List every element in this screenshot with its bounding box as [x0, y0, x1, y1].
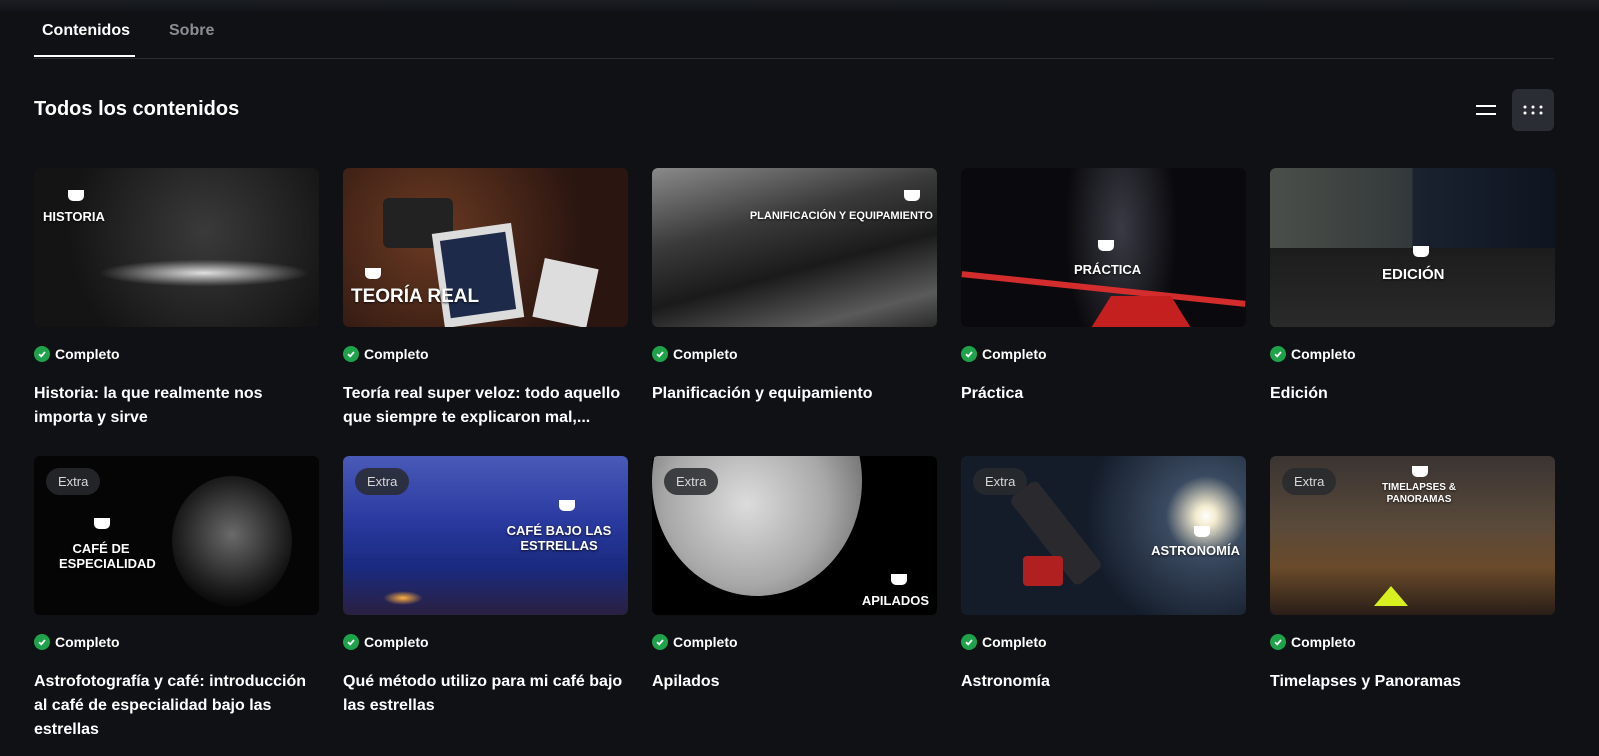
- tab-bar: Contenidos Sobre: [34, 0, 1554, 59]
- check-circle-icon: [34, 346, 50, 362]
- tab-sobre[interactable]: Sobre: [169, 22, 214, 40]
- extra-badge: Extra: [1282, 468, 1337, 495]
- coffee-cup-logo-icon: [1098, 240, 1114, 251]
- check-circle-icon: [343, 634, 359, 650]
- status-complete: Completo: [1270, 346, 1356, 362]
- status-complete: Completo: [34, 634, 120, 650]
- thumbnail-cameras: TEORÍA REAL: [343, 168, 628, 327]
- check-circle-icon: [1270, 634, 1286, 650]
- check-circle-icon: [961, 346, 977, 362]
- list-view-icon: [1476, 105, 1496, 115]
- content-card-cafe-bajo-estrellas[interactable]: Extra CAFÉ BAJO LAS ESTRELLAS Completo Q…: [343, 456, 628, 714]
- status-label: Completo: [364, 634, 429, 650]
- thumbnail-coffee-dripper: Extra CAFÉ DE ESPECIALIDAD: [34, 456, 319, 615]
- card-title[interactable]: Astrofotografía y café: introducción al …: [34, 670, 319, 742]
- content-card-cafe-especialidad[interactable]: Extra CAFÉ DE ESPECIALIDAD Completo Astr…: [34, 456, 319, 738]
- thumbnail-comet: HISTORIA: [34, 168, 319, 327]
- status-complete: Completo: [652, 634, 738, 650]
- status-label: Completo: [364, 346, 429, 362]
- check-circle-icon: [961, 634, 977, 650]
- thumbnail-label: APILADOS: [861, 593, 929, 608]
- thumbnail-milky-way-tent: PRÁCTICA: [961, 168, 1246, 327]
- tab-contenidos[interactable]: Contenidos: [42, 22, 130, 40]
- status-complete: Completo: [343, 634, 429, 650]
- card-title[interactable]: Teoría real super veloz: todo aquello qu…: [343, 382, 628, 430]
- status-label: Completo: [1291, 634, 1356, 650]
- thumbnail-label: PLANIFICACIÓN Y EQUIPAMIENTO: [749, 210, 933, 222]
- check-circle-icon: [652, 346, 668, 362]
- status-label: Completo: [673, 634, 738, 650]
- coffee-cup-logo-icon: [1194, 526, 1210, 537]
- content-card-historia[interactable]: HISTORIA Completo Historia: la que realm…: [34, 168, 319, 426]
- card-title[interactable]: Práctica: [961, 382, 1246, 406]
- check-circle-icon: [343, 346, 359, 362]
- thumbnail-telescope: Extra ASTRONOMÍA: [961, 456, 1246, 615]
- check-circle-icon: [652, 634, 668, 650]
- extra-badge: Extra: [46, 468, 101, 495]
- status-label: Completo: [55, 346, 120, 362]
- active-tab-indicator: [34, 55, 135, 57]
- extra-badge: Extra: [664, 468, 719, 495]
- card-title[interactable]: Apilados: [652, 670, 937, 694]
- thumbnail-label: TEORÍA REAL: [351, 286, 480, 307]
- coffee-cup-logo-icon: [559, 500, 575, 511]
- extra-badge: Extra: [973, 468, 1028, 495]
- content-card-practica[interactable]: PRÁCTICA Completo Práctica: [961, 168, 1246, 402]
- status-complete: Completo: [652, 346, 738, 362]
- content-card-teoria-real[interactable]: TEORÍA REAL Completo Teoría real super v…: [343, 168, 628, 426]
- content-card-apilados[interactable]: Extra APILADOS Completo Apilados: [652, 456, 937, 690]
- thumbnail-camp-valley: Extra TIMELAPSES & PANORAMAS: [1270, 456, 1555, 615]
- content-card-astronomia[interactable]: Extra ASTRONOMÍA Completo Astronomía: [961, 456, 1246, 690]
- section-title: Todos los contenidos: [34, 98, 240, 120]
- thumbnail-label: HISTORIA: [43, 209, 105, 224]
- extra-badge: Extra: [355, 468, 410, 495]
- status-complete: Completo: [1270, 634, 1356, 650]
- grid-view-button[interactable]: [1512, 89, 1554, 131]
- check-circle-icon: [34, 634, 50, 650]
- list-view-button[interactable]: [1465, 89, 1507, 131]
- check-circle-icon: [1270, 346, 1286, 362]
- status-complete: Completo: [34, 346, 120, 362]
- coffee-cup-logo-icon: [365, 268, 381, 279]
- thumbnail-blue-lake: Extra CAFÉ BAJO LAS ESTRELLAS: [343, 456, 628, 615]
- card-title[interactable]: Edición: [1270, 382, 1555, 406]
- status-complete: Completo: [961, 346, 1047, 362]
- coffee-cup-logo-icon: [904, 190, 920, 201]
- status-label: Completo: [673, 346, 738, 362]
- card-title[interactable]: Timelapses y Panoramas: [1270, 670, 1555, 694]
- thumbnail-label: TIMELAPSES & PANORAMAS: [1382, 482, 1456, 505]
- thumbnail-label: ASTRONOMÍA: [1151, 543, 1240, 558]
- content-card-edicion[interactable]: EDICIÓN Completo Edición: [1270, 168, 1555, 402]
- grid-view-icon: [1523, 105, 1543, 115]
- card-title[interactable]: Astronomía: [961, 670, 1246, 694]
- thumbnail-label: CAFÉ BAJO LAS ESTRELLAS: [506, 523, 612, 553]
- status-label: Completo: [982, 346, 1047, 362]
- card-title[interactable]: Qué método utilizo para mi café bajo las…: [343, 670, 628, 718]
- content-card-planificacion[interactable]: PLANIFICACIÓN Y EQUIPAMIENTO Completo Pl…: [652, 168, 937, 402]
- thumbnail-valley-night: EDICIÓN: [1270, 168, 1555, 327]
- status-label: Completo: [1291, 346, 1356, 362]
- coffee-cup-logo-icon: [1413, 246, 1429, 257]
- thumbnail-moon: Extra APILADOS: [652, 456, 937, 615]
- status-complete: Completo: [343, 346, 429, 362]
- coffee-cup-logo-icon: [68, 190, 84, 201]
- thumbnail-label: CAFÉ DE ESPECIALIDAD: [59, 541, 156, 571]
- coffee-cup-logo-icon: [1412, 466, 1428, 477]
- card-title[interactable]: Historia: la que realmente nos importa y…: [34, 382, 319, 430]
- card-title[interactable]: Planificación y equipamiento: [652, 382, 937, 406]
- coffee-cup-logo-icon: [94, 518, 110, 529]
- thumbnail-label: EDICIÓN: [1382, 266, 1445, 283]
- status-complete: Completo: [961, 634, 1047, 650]
- status-label: Completo: [982, 634, 1047, 650]
- thumbnail-mountains-bw: PLANIFICACIÓN Y EQUIPAMIENTO: [652, 168, 937, 327]
- coffee-cup-logo-icon: [891, 574, 907, 585]
- thumbnail-label: PRÁCTICA: [1074, 262, 1142, 277]
- status-label: Completo: [55, 634, 120, 650]
- content-card-timelapses[interactable]: Extra TIMELAPSES & PANORAMAS Completo Ti…: [1270, 456, 1555, 690]
